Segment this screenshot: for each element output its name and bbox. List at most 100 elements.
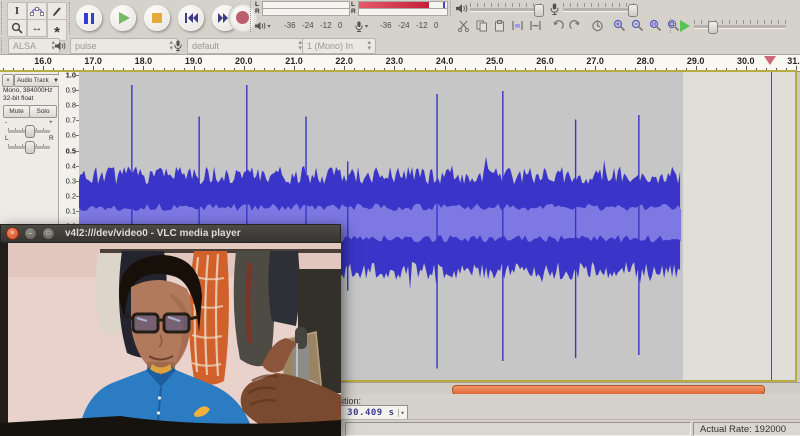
paste-button[interactable]	[491, 17, 508, 33]
meter-scale-label: -36	[284, 21, 296, 30]
draw-tool-button[interactable]	[47, 2, 67, 20]
counter-dropdown-icon[interactable]: ▾	[398, 409, 406, 417]
recording-device-combo[interactable]: default▴▾	[187, 38, 307, 54]
play-at-speed-button[interactable]	[676, 18, 693, 34]
playback-meter-r-bar[interactable]	[262, 8, 350, 16]
webcam-scene	[0, 243, 341, 436]
playback-device-combo[interactable]: pulse▴▾	[70, 38, 178, 54]
amp-ruler-label: 0.3	[66, 176, 76, 185]
silence-button[interactable]	[527, 17, 544, 33]
fit-selection-icon	[649, 19, 662, 32]
track-close-button[interactable]: ×	[2, 74, 14, 87]
recording-meter-r-label: R	[351, 8, 356, 15]
ruler-label: 25.0	[486, 56, 504, 66]
ruler-label: 29.0	[687, 56, 705, 66]
ruler-label: 27.0	[586, 56, 604, 66]
vlc-video-area	[0, 243, 341, 436]
input-volume-thumb[interactable]	[628, 4, 638, 17]
zoom-tool-button[interactable]	[7, 19, 27, 37]
vlc-window[interactable]: × – □ v4l2:///dev/video0 - VLC media pla…	[0, 224, 341, 436]
cut-button[interactable]	[455, 17, 472, 33]
envelope-icon	[30, 5, 44, 17]
copy-icon	[475, 19, 488, 32]
magnifier-icon	[11, 22, 23, 34]
gain-minus-label: -	[5, 119, 7, 126]
pan-left-label: L	[5, 135, 9, 142]
pan-right-label: R	[49, 135, 54, 142]
play-at-speed-icon	[680, 20, 690, 32]
meter-scale-label: -24	[302, 21, 314, 30]
gain-slider-thumb[interactable]	[25, 125, 35, 138]
pause-button[interactable]	[76, 5, 102, 31]
undo-button[interactable]	[549, 17, 566, 33]
recording-channels-combo[interactable]: 1 (Mono) In▴▾	[302, 38, 376, 54]
ruler-label: 16.0	[34, 56, 52, 66]
status-message-area	[345, 422, 691, 436]
meter-scale-label: -36	[380, 21, 392, 30]
ruler-label: 19.0	[185, 56, 203, 66]
meter-scale-label: 0	[434, 21, 438, 30]
zoom-out-icon	[631, 19, 644, 32]
recording-meter-menu[interactable]: ▾	[350, 18, 372, 34]
copy-button[interactable]	[473, 17, 490, 33]
dropdown-arrow-icon: ▾	[365, 23, 368, 30]
ruler-label: 23.0	[386, 56, 404, 66]
amp-ruler-label: 0.1	[66, 206, 76, 215]
zoom-in-button[interactable]	[611, 17, 628, 33]
recording-meter-scale: -36 -24 -12 0	[380, 20, 444, 32]
redo-button[interactable]	[567, 17, 584, 33]
pause-icon	[84, 13, 94, 24]
playback-speed-thumb[interactable]	[708, 21, 718, 34]
output-volume-slider[interactable]	[470, 8, 544, 12]
vlc-window-title: v4l2:///dev/video0 - VLC media player	[65, 228, 241, 239]
paste-icon	[493, 19, 506, 32]
playback-meter-r-label: R	[255, 8, 260, 15]
play-button[interactable]	[110, 5, 136, 31]
playback-meter-menu[interactable]: ▾	[252, 18, 274, 34]
track-format-line2: 32-bit float	[3, 95, 33, 102]
recording-meter-r-bar[interactable]	[358, 8, 448, 16]
stop-button[interactable]	[144, 5, 170, 31]
amp-ruler-label: 0.5	[66, 146, 76, 155]
toolbar-area: I ↔ *	[0, 0, 800, 55]
output-volume-icon	[456, 3, 468, 14]
zoom-out-button[interactable]	[629, 17, 646, 33]
output-volume-thumb[interactable]	[534, 4, 544, 17]
recording-device-icon	[173, 40, 183, 51]
timeshift-tool-button[interactable]: ↔	[27, 19, 47, 37]
play-icon	[119, 12, 130, 24]
amp-ruler-label: 0.6	[66, 131, 76, 140]
audacity-window: I ↔ *	[0, 0, 800, 436]
input-volume-slider[interactable]	[563, 8, 634, 12]
ruler-label: 31.0	[787, 56, 800, 66]
amp-ruler-label: 0.4	[66, 161, 76, 170]
microphone-icon	[354, 21, 364, 32]
amp-ruler-label: 1.0	[66, 71, 76, 80]
audio-host-combo[interactable]: ALSA▴▾	[8, 38, 60, 54]
envelope-tool-button[interactable]	[27, 2, 47, 20]
track-menu-button[interactable]: Audio Track ▼	[14, 74, 60, 87]
record-position-marker	[764, 56, 776, 65]
vlc-titlebar[interactable]: × – □ v4l2:///dev/video0 - VLC media pla…	[0, 224, 341, 243]
pencil-icon	[51, 5, 63, 17]
sync-lock-icon	[591, 19, 604, 32]
meter-scale-label: -12	[416, 21, 428, 30]
gain-plus-label: +	[49, 119, 53, 126]
playback-device-icon	[55, 41, 66, 51]
sync-lock-button[interactable]	[589, 17, 606, 33]
redo-icon	[569, 19, 582, 32]
fit-selection-button[interactable]	[647, 17, 664, 33]
dropdown-arrow-icon: ▾	[267, 23, 270, 30]
speaker-icon	[255, 21, 266, 31]
playback-meter-l-label: L	[255, 1, 259, 8]
solo-button[interactable]: Solo	[29, 105, 57, 118]
vlc-minimize-button[interactable]: –	[24, 227, 37, 240]
meter-scale-label: -24	[398, 21, 410, 30]
vlc-close-button[interactable]: ×	[6, 227, 19, 240]
pan-slider-thumb[interactable]	[25, 141, 35, 154]
trim-button[interactable]	[509, 17, 526, 33]
vlc-maximize-button[interactable]: □	[42, 227, 55, 240]
skip-start-button[interactable]	[178, 5, 204, 31]
mute-button[interactable]: Mute	[3, 105, 30, 118]
selection-tool-button[interactable]: I	[7, 2, 27, 20]
